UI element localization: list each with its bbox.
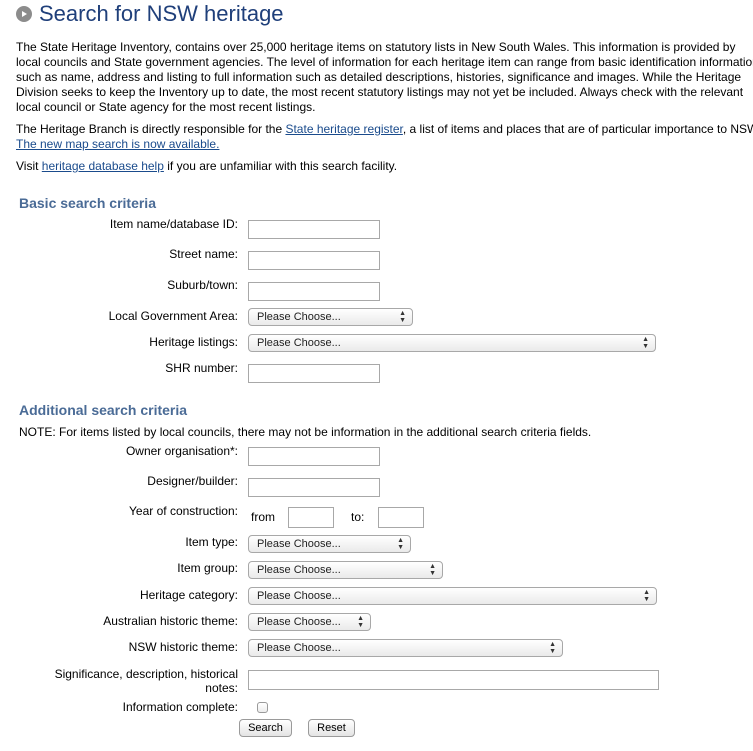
shr-label: SHR number:	[165, 361, 238, 375]
significance-label: Significance, description, historical no…	[54, 667, 238, 695]
item-group-select-value: Please Choose...	[257, 564, 341, 576]
nsw-theme-select-value: Please Choose...	[257, 642, 341, 654]
updown-arrows-icon: ▲ ▼	[397, 537, 404, 551]
listings-select-value: Please Choose...	[257, 337, 341, 349]
updown-arrows-icon: ▲ ▼	[549, 641, 556, 655]
map-search-link[interactable]: The new map search is now available.	[16, 137, 219, 151]
year-to-input[interactable]	[378, 507, 424, 528]
intro-line: The State Heritage Inventory, contains o…	[16, 40, 736, 54]
additional-note: NOTE: For items listed by local councils…	[19, 425, 592, 439]
additional-search-heading: Additional search criteria	[19, 402, 188, 418]
help-paragraph: Visit heritage database help if you are …	[16, 159, 753, 174]
heritage-database-help-link[interactable]: heritage database help	[42, 159, 164, 173]
item-type-select-value: Please Choose...	[257, 538, 341, 550]
item-group-label: Item group:	[177, 561, 238, 575]
designer-label: Designer/builder:	[147, 474, 238, 488]
state-heritage-register-link[interactable]: State heritage register	[285, 122, 402, 136]
street-name-label: Street name:	[169, 247, 238, 261]
item-name-label: Item name/database ID:	[109, 217, 238, 231]
aus-theme-select[interactable]: Please Choose... ▲ ▼	[248, 613, 371, 631]
updown-arrows-icon: ▲ ▼	[357, 615, 364, 629]
intro-paragraph: The State Heritage Inventory, contains o…	[16, 40, 753, 115]
item-type-label: Item type:	[185, 535, 238, 549]
visit-text-suffix: if you are unfamiliar with this search f…	[163, 159, 398, 173]
nsw-theme-label: NSW historic theme:	[128, 640, 238, 654]
suburb-label: Suburb/town:	[167, 278, 238, 292]
aus-theme-select-value: Please Choose...	[257, 616, 341, 628]
aus-theme-label: Australian historic theme:	[103, 614, 238, 628]
item-group-select[interactable]: Please Choose... ▲ ▼	[248, 561, 443, 579]
lga-label: Local Government Area:	[108, 309, 238, 323]
search-button[interactable]: Search	[239, 719, 292, 737]
information-complete-checkbox[interactable]	[257, 702, 268, 713]
updown-arrows-icon: ▲ ▼	[643, 589, 650, 603]
street-name-input[interactable]	[248, 251, 380, 270]
play-circle-icon	[16, 6, 32, 22]
intro-line: such as name, address and listing to ful…	[16, 70, 742, 84]
item-type-select[interactable]: Please Choose... ▲ ▼	[248, 535, 411, 553]
branch-paragraph: The Heritage Branch is directly responsi…	[16, 122, 753, 152]
year-from-input[interactable]	[288, 507, 334, 528]
from-label: from	[251, 510, 275, 524]
page-title: Search for NSW heritage	[39, 1, 284, 26]
intro-line: local councils and State government agen…	[16, 55, 753, 69]
owner-label: Owner organisation*:	[125, 444, 238, 458]
heritage-category-select[interactable]: Please Choose... ▲ ▼	[248, 587, 657, 605]
information-complete-label: Information complete:	[122, 700, 238, 714]
updown-arrows-icon: ▲ ▼	[399, 310, 406, 324]
updown-arrows-icon: ▲ ▼	[642, 336, 649, 350]
suburb-input[interactable]	[248, 282, 380, 301]
nsw-theme-select[interactable]: Please Choose... ▲ ▼	[248, 639, 563, 657]
heritage-category-select-value: Please Choose...	[257, 590, 341, 602]
to-label: to:	[351, 510, 365, 524]
intro-line: local council or State agency for the mo…	[16, 100, 316, 114]
item-name-input[interactable]	[248, 220, 380, 239]
basic-search-heading: Basic search criteria	[19, 195, 156, 211]
branch-text-suffix: , a list of items and places that are of…	[402, 122, 753, 136]
owner-input[interactable]	[248, 447, 380, 466]
intro-line: Division seeks to keep the Inventory up …	[16, 85, 744, 99]
listings-label: Heritage listings:	[149, 335, 238, 349]
heritage-category-label: Heritage category:	[139, 588, 238, 602]
updown-arrows-icon: ▲ ▼	[429, 563, 436, 577]
lga-select-value: Please Choose...	[257, 311, 341, 323]
reset-button[interactable]: Reset	[308, 719, 355, 737]
lga-select[interactable]: Please Choose... ▲ ▼	[248, 308, 413, 326]
year-label: Year of construction:	[129, 504, 238, 518]
shr-number-input[interactable]	[248, 364, 380, 383]
listings-select[interactable]: Please Choose... ▲ ▼	[248, 334, 656, 352]
designer-input[interactable]	[248, 478, 380, 497]
significance-input[interactable]	[248, 670, 659, 690]
branch-text: The Heritage Branch is directly responsi…	[16, 122, 286, 136]
visit-text: Visit	[16, 159, 42, 173]
